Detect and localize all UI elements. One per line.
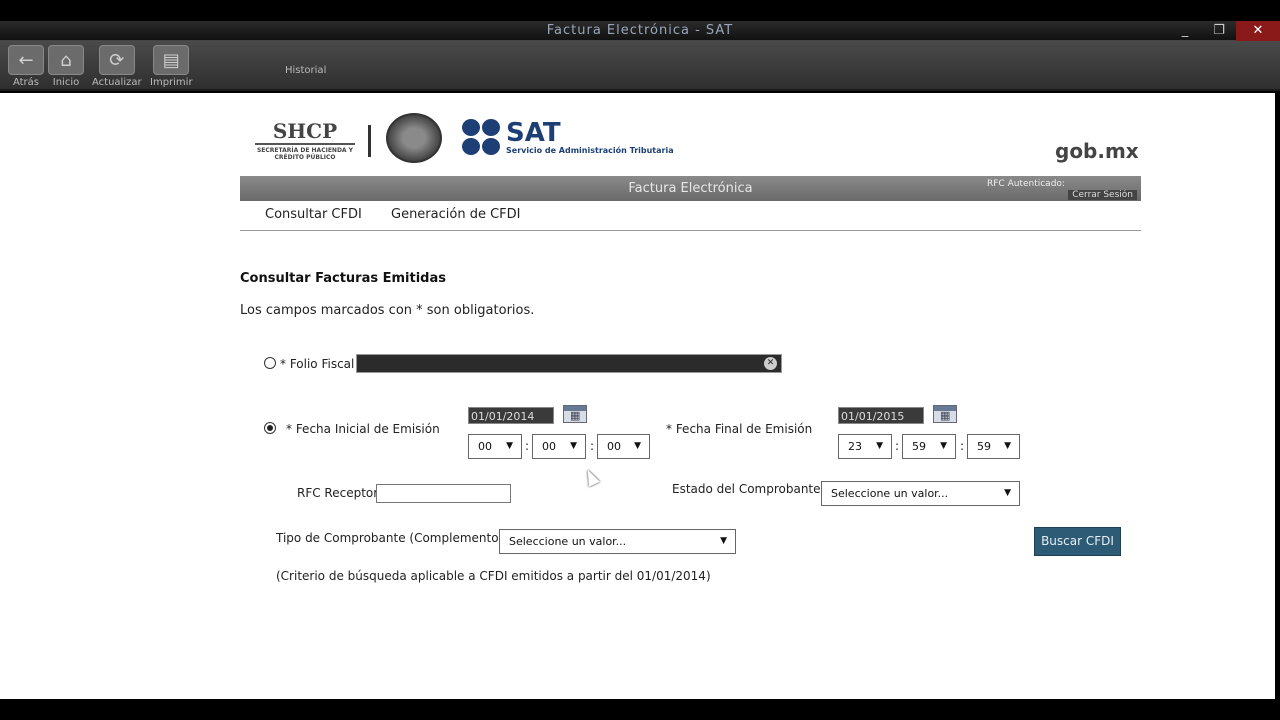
window-title-bar: Factura Electrónica - SAT _ ❐ ✕: [0, 21, 1280, 41]
window-controls: _ ❐ ✕: [1168, 21, 1280, 41]
shcp-logo-text: SHCP: [255, 119, 355, 145]
buscar-cfdi-button[interactable]: Buscar CFDI: [1034, 527, 1121, 556]
nav-generacion-cfdi[interactable]: Generación de CFDI: [391, 207, 521, 222]
sat-logo-subtitle: Servicio de Administración Tributaria: [506, 145, 674, 155]
estado-comprobante-label: Estado del Comprobante: [672, 482, 821, 496]
shcp-logo: SHCP SECRETARÍA DE HACIENDA Y CRÉDITO PÚ…: [255, 119, 355, 161]
mexico-seal-icon: [386, 113, 442, 163]
browser-toolbar: ← Atrás ⌂ Inicio ⟳ Actualizar ▤ Imprimir…: [0, 41, 1280, 91]
folio-fiscal-radio[interactable]: [264, 357, 276, 369]
main-nav: Consultar CFDI Generación de CFDI: [240, 203, 1141, 231]
hora-final-hour-select[interactable]: 23 ▼: [838, 434, 892, 459]
estado-comprobante-select[interactable]: Seleccione un valor... ▼: [821, 481, 1020, 506]
window-title: Factura Electrónica - SAT: [546, 23, 734, 38]
rfc-receptor-label: RFC Receptor: [297, 486, 379, 500]
dropdown-arrow-icon: ▼: [634, 441, 641, 451]
shcp-logo-subtitle: SECRETARÍA DE HACIENDA Y CRÉDITO PÚBLICO: [256, 147, 354, 161]
hora-inicial-second-select[interactable]: 00 ▼: [597, 434, 650, 459]
dropdown-arrow-icon: ▼: [720, 536, 727, 546]
required-fields-note: Los campos marcados con * son obligatori…: [240, 303, 535, 318]
calendar-icon[interactable]: [563, 405, 587, 423]
sat-dots-icon: [462, 119, 502, 155]
folio-fiscal-label: * Folio Fiscal: [280, 357, 355, 371]
hora-final-second-select[interactable]: 59 ▼: [967, 434, 1020, 459]
home-button[interactable]: ⌂ Inicio: [48, 45, 84, 89]
home-label: Inicio: [52, 77, 80, 88]
dropdown-arrow-icon: ▼: [506, 441, 513, 451]
print-label: Imprimir: [150, 77, 193, 88]
tipo-comprobante-select[interactable]: Seleccione un valor... ▼: [499, 529, 736, 554]
logout-link[interactable]: Cerrar Sesión: [1068, 190, 1137, 200]
home-icon: ⌂: [48, 45, 84, 75]
sat-logo: SAT Servicio de Administración Tributari…: [462, 119, 674, 155]
logo-divider: [368, 125, 371, 157]
refresh-label: Actualizar: [92, 77, 142, 88]
rfc-authenticated-label: RFC Autenticado:: [987, 179, 1065, 189]
sat-logo-text: SAT: [506, 117, 561, 148]
screen-top-border: [0, 0, 1280, 21]
folio-fiscal-input[interactable]: ✕: [356, 354, 782, 373]
fecha-inicial-input[interactable]: 01/01/2014: [468, 407, 554, 424]
print-icon: ▤: [153, 45, 190, 75]
hora-final-minute-select[interactable]: 59 ▼: [902, 434, 956, 459]
refresh-icon: ⟳: [98, 45, 135, 75]
print-button[interactable]: ▤ Imprimir: [150, 45, 193, 89]
page-title: Consultar Facturas Emitidas: [240, 271, 446, 286]
fecha-final-input[interactable]: 01/01/2015: [838, 407, 924, 424]
screen-bottom-border: [0, 699, 1280, 720]
hora-inicial-hour-select[interactable]: 00 ▼: [468, 434, 522, 459]
back-arrow-icon: ←: [8, 45, 44, 75]
fecha-inicial-label: * Fecha Inicial de Emisión: [286, 422, 440, 436]
dropdown-arrow-icon: ▼: [570, 441, 577, 451]
page-banner: Factura Electrónica RFC Autenticado: Cer…: [240, 176, 1141, 201]
gobmx-logo[interactable]: gob.mx: [1055, 139, 1139, 163]
clear-icon[interactable]: ✕: [764, 357, 777, 370]
banner-user-area: RFC Autenticado: Cerrar Sesión: [987, 178, 1137, 200]
hora-inicial-minute-select[interactable]: 00 ▼: [532, 434, 586, 459]
maximize-button[interactable]: ❐: [1202, 21, 1236, 41]
rfc-receptor-input[interactable]: [376, 484, 511, 503]
mouse-cursor-icon: [582, 467, 600, 487]
fecha-emision-radio[interactable]: [264, 422, 276, 434]
close-button[interactable]: ✕: [1236, 21, 1280, 41]
back-label: Atrás: [12, 77, 40, 88]
dropdown-arrow-icon: ▼: [1004, 488, 1011, 498]
history-label[interactable]: Historial: [285, 65, 326, 76]
tipo-comprobante-label: Tipo de Comprobante (Complemento): [276, 531, 504, 545]
search-criteria-note: (Criterio de búsqueda aplicable a CFDI e…: [276, 569, 711, 583]
dropdown-arrow-icon: ▼: [940, 441, 947, 451]
dropdown-arrow-icon: ▼: [876, 441, 883, 451]
dropdown-arrow-icon: ▼: [1004, 441, 1011, 451]
minimize-button[interactable]: _: [1168, 21, 1202, 41]
refresh-button[interactable]: ⟳ Actualizar: [92, 45, 142, 89]
web-page: SHCP SECRETARÍA DE HACIENDA Y CRÉDITO PÚ…: [0, 93, 1275, 699]
fecha-final-label: * Fecha Final de Emisión: [666, 422, 813, 436]
back-button[interactable]: ← Atrás: [8, 45, 44, 89]
nav-consultar-cfdi[interactable]: Consultar CFDI: [265, 207, 362, 222]
right-edge: [1275, 93, 1280, 699]
calendar-icon[interactable]: [933, 405, 957, 423]
